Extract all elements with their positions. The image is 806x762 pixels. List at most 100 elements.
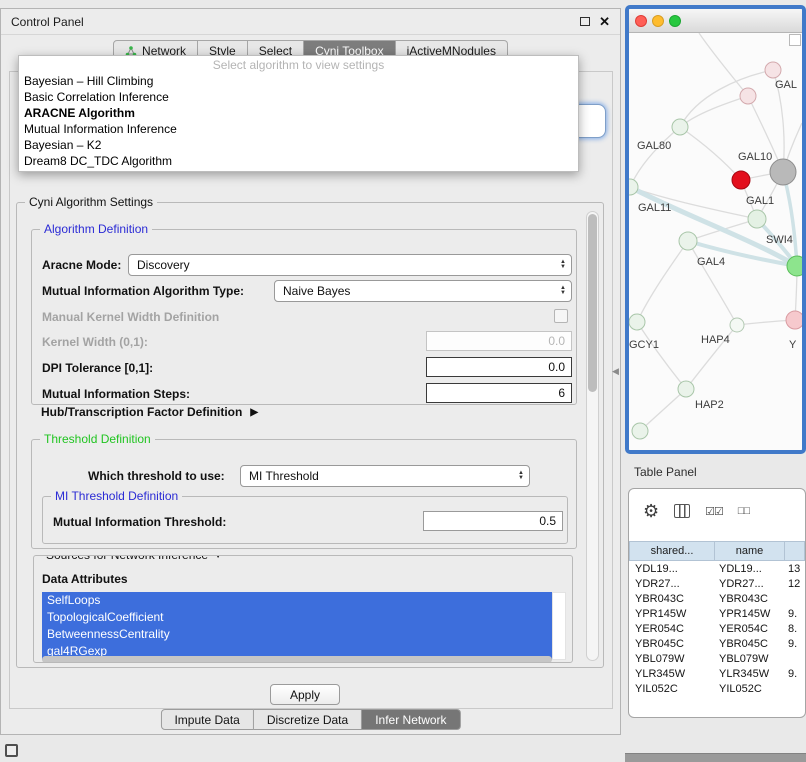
window-minimize-button[interactable] [652,15,664,27]
tab-impute-data[interactable]: Impute Data [160,709,253,730]
data-attribute-item[interactable]: TopologicalCoefficient [42,609,552,626]
table-row[interactable]: YER054CYER054C8. [629,621,805,636]
data-attribute-item[interactable]: BetweennessCentrality [42,626,552,643]
which-threshold-label: Which threshold to use: [88,469,225,483]
table-cell: YBR045C [629,638,715,650]
mi-threshold-field[interactable]: 0.5 [423,511,563,531]
network-node[interactable] [787,256,802,276]
network-node[interactable] [740,88,756,104]
algorithm-definition-group: Algorithm Definition Aracne Mode: Discov… [31,229,577,405]
table-row[interactable]: YBR045CYBR045C9. [629,636,805,651]
algorithm-definition-title: Algorithm Definition [40,222,152,237]
table-cell: 12 [785,578,805,590]
network-node[interactable] [679,232,697,250]
cyni-algorithm-settings-group: Cyni Algorithm Settings Algorithm Defini… [16,202,604,668]
horizontal-scrollbar-thumb[interactable] [42,656,552,663]
tab-discretize-data[interactable]: Discretize Data [254,709,362,730]
close-panel-icon[interactable]: ✕ [599,15,610,28]
window-close-button[interactable] [635,15,647,27]
table-cell: YPR145W [629,608,715,620]
cyni-algorithm-settings-title: Cyni Algorithm Settings [25,195,157,210]
network-node[interactable] [672,119,688,135]
expanded-arrow-icon: ▼ [213,555,223,563]
table-row[interactable]: YPR145WYPR145W9. [629,606,805,621]
unselect-all-icon[interactable]: □□ [738,505,749,517]
network-graph: GALGAL80GAL10GAL11GAL1SWI4GAL4GCY1HAP4YH… [629,33,802,450]
mi-algorithm-type-select[interactable]: Naive Bayes ▲▼ [274,280,572,302]
table-cell: YIL052C [715,683,785,695]
sources-title: Sources for Network Inference ▼ [42,555,227,563]
column-header-partial[interactable] [785,541,805,561]
sources-group: Sources for Network Inference ▼ Data Att… [33,555,573,663]
settings-scrollbar[interactable] [586,211,599,661]
table-row[interactable]: YIL052CYIL052C [629,681,805,696]
algorithm-option[interactable]: Mutual Information Inference [19,121,578,137]
table-cell: YBL079W [715,653,785,665]
table-row[interactable]: YLR345WYLR345W9. [629,666,805,681]
table-cell: 9. [785,668,805,680]
mi-steps-field[interactable]: 6 [426,383,572,403]
table-row[interactable]: YDR27...YDR27...12 [629,576,805,591]
table-cell: YER054C [715,623,785,635]
table-toolbar: ⚙ ☑☑ □□ [629,489,805,533]
tab-infer-network[interactable]: Infer Network [362,709,460,730]
column-header-name[interactable]: name [715,541,785,561]
gear-icon[interactable]: ⚙ [643,502,659,520]
manual-kernel-checkbox[interactable] [554,309,568,323]
aracne-mode-select[interactable]: Discovery ▲▼ [128,254,572,276]
network-node[interactable] [629,314,645,330]
network-window-titlebar[interactable] [629,9,802,33]
data-attribute-item[interactable]: SelfLoops [42,592,552,609]
mi-algorithm-type-label: Mutual Information Algorithm Type: [42,284,244,298]
bottom-tab-bar: Impute Data Discretize Data Infer Networ… [160,709,460,730]
panel-splitter-arrow[interactable]: ◀ [612,366,619,377]
network-node[interactable] [730,318,744,332]
network-view-window: GALGAL80GAL10GAL11GAL1SWI4GAL4GCY1HAP4YH… [625,5,806,454]
float-panel-icon[interactable] [580,17,590,26]
column-header-shared-name[interactable]: shared... [629,541,715,561]
control-panel-titlebar: Control Panel ✕ [1,9,620,35]
network-edge[interactable] [640,389,686,431]
data-attributes-list[interactable]: SelfLoopsTopologicalCoefficientBetweenne… [42,592,552,660]
algorithm-dropdown-placeholder: Select algorithm to view settings [19,58,578,73]
columns-icon[interactable] [674,504,690,518]
settings-scrollbar-thumb[interactable] [588,214,597,392]
network-edge[interactable] [699,33,748,96]
network-node[interactable] [770,159,796,185]
attributes-scrollbar-track[interactable] [552,592,566,660]
which-threshold-select[interactable]: MI Threshold ▲▼ [240,465,530,487]
network-edge[interactable] [637,322,686,389]
node-label: GAL4 [697,256,725,268]
kernel-width-field[interactable]: 0.0 [426,331,572,351]
algorithm-option[interactable]: Bayesian – Hill Climbing [19,73,578,89]
window-zoom-button[interactable] [669,15,681,27]
network-canvas[interactable]: GALGAL80GAL10GAL11GAL1SWI4GAL4GCY1HAP4YH… [629,33,802,450]
network-node[interactable] [678,381,694,397]
network-edge[interactable] [630,127,680,187]
network-node[interactable] [765,62,781,78]
algorithm-option[interactable]: Dream8 DC_TDC Algorithm [19,153,578,169]
network-node[interactable] [748,210,766,228]
table-cell: YBR043C [629,593,715,605]
table-row[interactable]: YBR043CYBR043C [629,591,805,606]
restore-panel-icon[interactable] [5,744,18,757]
algorithm-option[interactable]: Basic Correlation Inference [19,89,578,105]
threshold-definition-title: Threshold Definition [40,432,155,447]
aracne-mode-label: Aracne Mode: [42,258,121,272]
apply-button[interactable]: Apply [270,684,340,705]
table-row[interactable]: YDL19...YDL19...13 [629,561,805,576]
control-panel-title: Control Panel [11,15,580,29]
select-all-icon[interactable]: ☑☑ [705,505,723,518]
network-node[interactable] [632,423,648,439]
node-label: Y [789,339,797,351]
hub-transcription-toggle[interactable]: Hub/Transcription Factor Definition ▶ [41,405,258,419]
network-edge[interactable] [637,241,688,322]
network-node[interactable] [732,171,750,189]
network-edge[interactable] [680,127,741,180]
dpi-tolerance-field[interactable]: 0.0 [426,357,572,377]
table-row[interactable]: YBL079WYBL079W [629,651,805,666]
mi-threshold-label: Mutual Information Threshold: [53,515,226,529]
algorithm-option[interactable]: ARACNE Algorithm [19,105,578,121]
network-node[interactable] [786,311,802,329]
algorithm-option[interactable]: Bayesian – K2 [19,137,578,153]
